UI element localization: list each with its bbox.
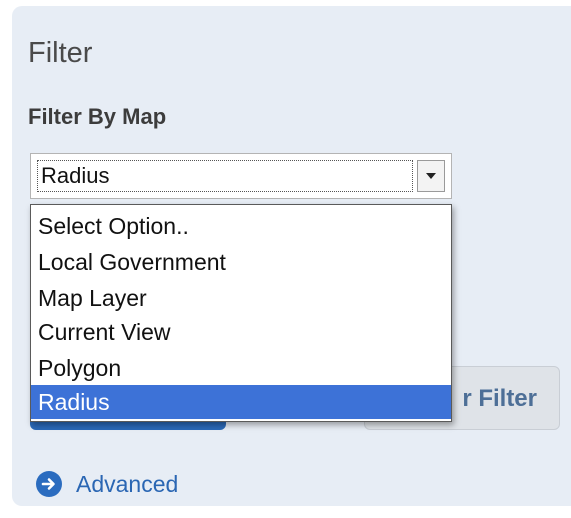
screen: Filter Filter By Map r Filter Radius Sel… (0, 0, 571, 518)
filter-by-map-label: Filter By Map (28, 104, 167, 129)
option-select-option[interactable]: Select Option.. (31, 209, 451, 243)
select-current-value: Radius (41, 163, 110, 188)
option-polygon[interactable]: Polygon (31, 351, 451, 385)
option-radius[interactable]: Radius (31, 385, 451, 419)
arrow-circle-right-icon (36, 471, 62, 497)
advanced-link[interactable]: Advanced (36, 470, 178, 498)
option-current-view[interactable]: Current View (31, 315, 451, 349)
select-options-list: Select Option.. Local Government Map Lay… (30, 204, 452, 422)
option-local-government[interactable]: Local Government (31, 245, 451, 279)
dropdown-arrow-button[interactable] (417, 160, 445, 192)
filter-by-map-select[interactable]: Radius (30, 153, 452, 199)
clear-filter-button-label: r Filter (462, 385, 537, 412)
panel-title: Filter (28, 37, 93, 69)
option-map-layer[interactable]: Map Layer (31, 281, 451, 315)
chevron-down-icon (426, 173, 436, 179)
advanced-link-label: Advanced (76, 471, 179, 497)
